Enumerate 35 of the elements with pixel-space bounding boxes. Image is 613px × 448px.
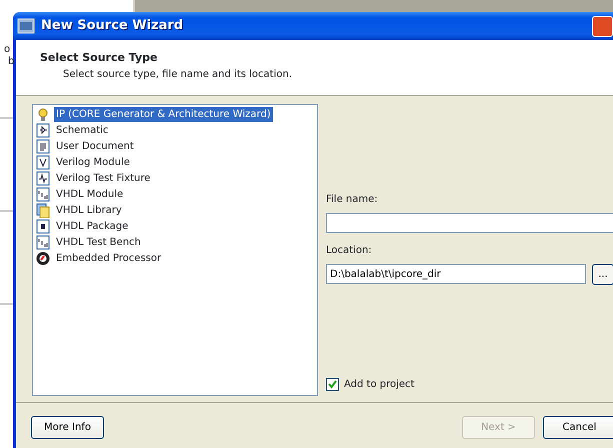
- list-item[interactable]: Verilog Module: [54, 154, 132, 170]
- app-icon: [17, 18, 35, 34]
- browse-button[interactable]: ...: [592, 264, 613, 285]
- location-field[interactable]: D:\balalab\t\ipcore_dir: [326, 264, 586, 284]
- checkbox-label: Add to project: [344, 378, 414, 392]
- file-type-icon: [36, 170, 50, 186]
- list-item[interactable]: Embedded Processor: [54, 250, 164, 266]
- file-type-icon: [36, 234, 50, 250]
- field-label: File name:: [326, 193, 379, 207]
- file-name-field[interactable]: [326, 213, 613, 233]
- field-label: Location:: [326, 244, 373, 258]
- close-button[interactable]: [592, 16, 613, 36]
- window-title: New Source Wizard: [41, 17, 184, 36]
- list-item[interactable]: IP (CORE Generator & Architecture Wizard): [54, 106, 273, 122]
- list-item[interactable]: Verilog Test Fixture: [54, 170, 152, 186]
- file-type-icon: [36, 106, 50, 122]
- list-item[interactable]: Schematic: [54, 122, 110, 138]
- file-type-icon: [36, 186, 50, 202]
- file-type-icon: [36, 138, 50, 154]
- header-title: Select Source Type: [40, 50, 158, 66]
- dialog-button[interactable]: Cancel: [543, 416, 613, 439]
- dialog-button[interactable]: More Info: [31, 416, 104, 439]
- background-text: o: [4, 45, 10, 55]
- file-type-icon: [36, 250, 50, 266]
- list-item[interactable]: VHDL Test Bench: [54, 234, 143, 250]
- file-type-icon: [36, 154, 50, 170]
- checkbox[interactable]: [326, 378, 339, 391]
- file-type-icon: [36, 218, 50, 234]
- header-subtitle: Select source type, file name and its location.: [62, 68, 293, 82]
- file-type-icon: [36, 122, 50, 138]
- list-item[interactable]: User Document: [54, 138, 136, 154]
- list-item[interactable]: VHDL Module: [54, 186, 126, 202]
- list-item[interactable]: VHDL Library: [54, 202, 124, 218]
- file-type-icon: [36, 202, 50, 218]
- list-item[interactable]: VHDL Package: [54, 218, 130, 234]
